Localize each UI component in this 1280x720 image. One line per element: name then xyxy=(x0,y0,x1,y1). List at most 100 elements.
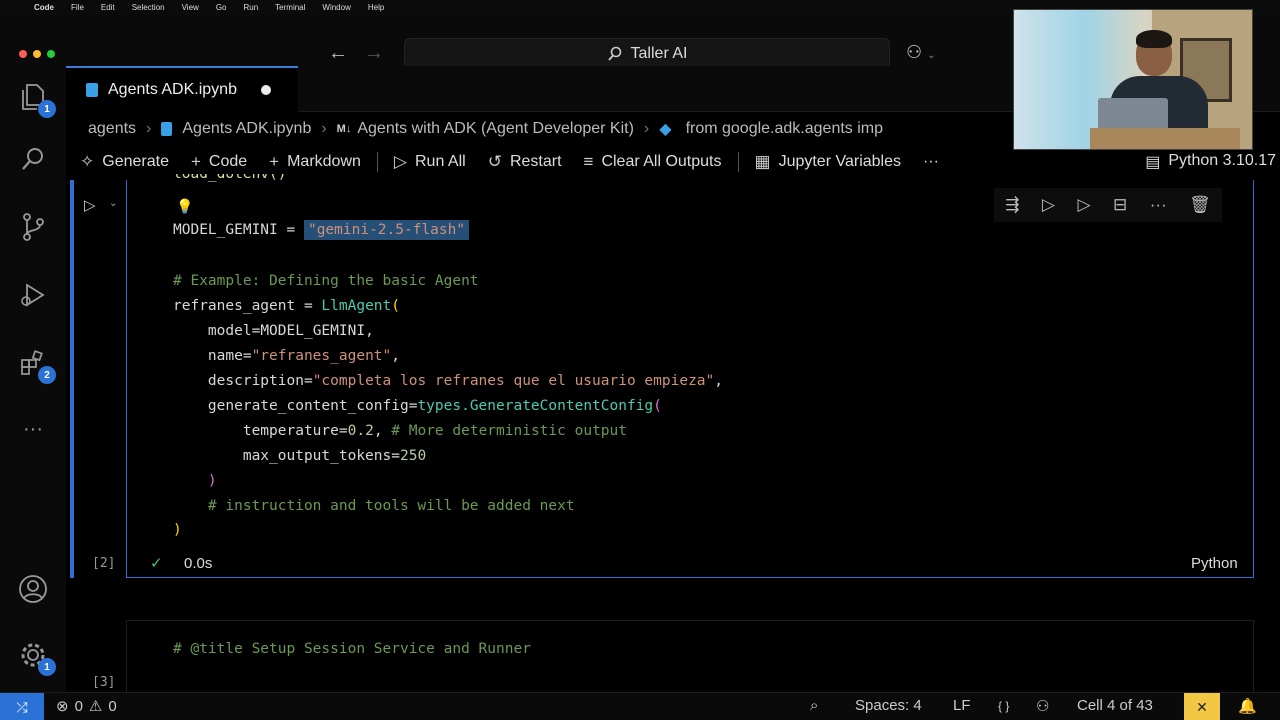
problems-indicator[interactable]: ⊗ 0 ⚠ 0 xyxy=(56,697,117,716)
code-line[interactable]: description="completa los refranes que e… xyxy=(173,373,723,389)
kernel-picker[interactable]: ▤ Python 3.10.17 xyxy=(1145,152,1276,172)
copilot-icon[interactable]: ⚇ xyxy=(1036,697,1049,715)
run-all-button[interactable]: ▷ Run All xyxy=(394,152,466,172)
menu-file[interactable]: File xyxy=(71,3,84,12)
lightbulb-icon[interactable]: 💡 xyxy=(176,198,193,215)
add-code-button[interactable]: + Code xyxy=(191,152,247,172)
tab-agents-adk[interactable]: Agents ADK.ipynb xyxy=(66,66,298,112)
more-actions-button[interactable]: ··· xyxy=(923,153,939,171)
do-not-disturb-icon[interactable]: ✕ xyxy=(1184,693,1220,720)
generate-button[interactable]: ✧ Generate xyxy=(80,152,169,172)
command-center-search[interactable]: Taller AI xyxy=(404,38,890,69)
more-actions-icon: ··· xyxy=(923,153,939,170)
explorer-icon[interactable]: 1 xyxy=(16,80,56,118)
jupyter-variables-button[interactable]: ▦ Jupyter Variables xyxy=(755,152,902,172)
code-line[interactable]: generate_content_config=types.GenerateCo… xyxy=(173,398,662,414)
kernel-icon: ▤ xyxy=(1145,154,1161,171)
close-window-button[interactable] xyxy=(19,50,27,58)
execution-count: [2] xyxy=(92,556,116,571)
search-icon[interactable] xyxy=(16,142,50,176)
code-string: "refranes_agent" xyxy=(251,348,392,364)
generate-label: Generate xyxy=(102,153,169,170)
code-text: refranes_agent xyxy=(173,298,296,314)
cell-language[interactable]: Python xyxy=(1191,555,1238,572)
unsaved-dot-icon[interactable] xyxy=(260,85,271,95)
menu-terminal[interactable]: Terminal xyxy=(275,3,305,12)
eol-setting[interactable]: LF xyxy=(953,697,971,714)
breadcrumb-section[interactable]: Agents with ADK (Agent Developer Kit) xyxy=(357,120,634,138)
breadcrumb-file[interactable]: Agents ADK.ipynb xyxy=(182,120,311,138)
restart-button[interactable]: ↺ Restart xyxy=(488,152,562,172)
activity-bar: 1 2 ··· 1 xyxy=(0,66,66,692)
code-line[interactable]: max_output_tokens=250 xyxy=(173,448,426,464)
add-markdown-button[interactable]: + Markdown xyxy=(269,152,361,172)
cell-position[interactable]: Cell 4 of 43 xyxy=(1077,697,1153,714)
breadcrumb-symbol[interactable]: from google.adk.agents imp xyxy=(686,120,883,138)
clear-outputs-button[interactable]: ≡ Clear All Outputs xyxy=(584,152,722,172)
explorer-badge: 1 xyxy=(38,100,56,118)
code-bracket-line[interactable]: ) xyxy=(173,522,182,538)
menu-selection[interactable]: Selection xyxy=(132,3,165,12)
breadcrumb-folder[interactable]: agents xyxy=(88,120,136,138)
search-icon xyxy=(607,46,621,61)
code-line[interactable]: refranes_agent = LlmAgent( xyxy=(173,298,400,314)
remote-indicator-icon[interactable]: ⤮ xyxy=(0,693,44,720)
account-icon[interactable] xyxy=(16,572,50,606)
execute-below-icon[interactable]: ▷ xyxy=(1077,195,1090,215)
more-views-icon[interactable]: ··· xyxy=(16,412,50,446)
chevron-right-icon: › xyxy=(643,120,650,137)
code-bracket: ( xyxy=(653,398,662,414)
menu-edit[interactable]: Edit xyxy=(101,3,115,12)
delete-cell-icon[interactable]: 🗑 xyxy=(1189,195,1211,215)
cell-focus-indicator xyxy=(70,180,74,578)
code-line[interactable]: model=MODEL_GEMINI, xyxy=(173,323,374,339)
chevron-down-icon[interactable]: ⌄ xyxy=(109,198,117,209)
code-line[interactable]: name="refranes_agent", xyxy=(173,348,400,364)
more-cell-actions-icon[interactable]: ··· xyxy=(1150,195,1167,215)
maximize-window-button[interactable] xyxy=(47,50,55,58)
menu-view[interactable]: View xyxy=(182,3,199,12)
source-control-icon[interactable] xyxy=(16,210,50,244)
menu-run[interactable]: Run xyxy=(243,3,258,12)
code-bracket-line[interactable]: ) xyxy=(173,473,217,489)
code-line[interactable]: temperature=0.2, # More deterministic ou… xyxy=(173,423,627,439)
forward-arrow-icon[interactable]: → xyxy=(364,42,384,65)
code-text: , xyxy=(391,348,400,364)
variables-icon: ▦ xyxy=(754,152,771,171)
menu-app[interactable]: Code xyxy=(34,3,54,12)
code-text: MODEL_GEMINI xyxy=(260,323,366,339)
add-code-label: Code xyxy=(208,153,248,170)
split-cell-icon[interactable]: ⊟ xyxy=(1113,195,1127,215)
copilot-icon[interactable]: ⚇ ⌄ xyxy=(906,42,936,63)
success-check-icon: ✓ xyxy=(150,555,163,572)
settings-gear-icon[interactable]: 1 xyxy=(16,638,56,676)
notebook-icon xyxy=(86,83,98,97)
notebook-icon xyxy=(161,122,173,136)
status-bar: ⤮ ⊗ 0 ⚠ 0 ⌕ Spaces: 4 LF { } ⚇ Cell 4 of… xyxy=(0,692,1280,720)
code-line[interactable]: MODEL_GEMINI = "gemini-2.5-flash" xyxy=(173,220,470,240)
minimize-window-button[interactable] xyxy=(33,50,41,58)
zoom-icon[interactable]: ⌕ xyxy=(810,697,818,714)
run-debug-icon[interactable] xyxy=(16,278,50,312)
run-by-line-icon[interactable]: ⇶ xyxy=(1005,195,1019,215)
execution-count: [3] xyxy=(92,675,116,690)
code-comment[interactable]: # Example: Defining the basic Agent xyxy=(173,273,479,289)
restart-icon: ↺ xyxy=(487,152,502,171)
execute-above-icon[interactable]: ▷ xyxy=(1042,195,1055,215)
indentation-setting[interactable]: Spaces: 4 xyxy=(855,697,922,714)
back-arrow-icon[interactable]: ← xyxy=(328,42,348,65)
restart-label: Restart xyxy=(509,153,562,170)
code-comment[interactable]: # instruction and tools will be added ne… xyxy=(173,498,575,514)
menu-window[interactable]: Window xyxy=(322,3,350,12)
jupyter-variables-label: Jupyter Variables xyxy=(778,153,901,170)
menu-go[interactable]: Go xyxy=(216,3,227,12)
code-text: temperature= xyxy=(173,423,348,439)
menu-help[interactable]: Help xyxy=(368,3,384,12)
code-class: GenerateContentConfig xyxy=(469,398,654,414)
code-comment[interactable]: # @title Setup Session Service and Runne… xyxy=(173,641,531,657)
run-cell-icon[interactable]: ▷ xyxy=(84,196,96,214)
code-line[interactable]: load_dotenv() xyxy=(173,174,287,186)
language-mode-icon[interactable]: { } xyxy=(998,699,1009,713)
notifications-bell-icon[interactable]: 🔔 xyxy=(1238,697,1257,715)
extensions-icon[interactable]: 2 xyxy=(16,346,56,384)
